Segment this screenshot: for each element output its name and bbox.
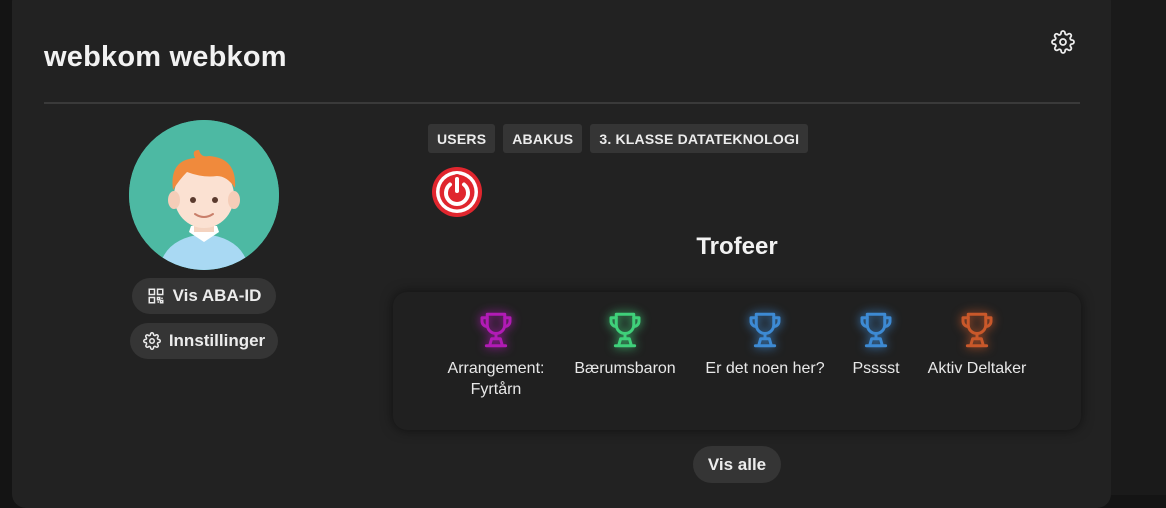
trophies-heading: Trofeer	[696, 233, 778, 260]
trophy-icon	[860, 312, 892, 348]
group-tags: USERS ABAKUS 3. KLASSE DATATEKNOLOGI	[428, 124, 809, 153]
settings-label: Innstillinger	[168, 331, 266, 350]
gear-icon[interactable]	[1051, 30, 1075, 54]
trophy-label: Bærumsbaron	[574, 360, 676, 377]
settings-button[interactable]: Innstillinger	[130, 323, 278, 359]
trophy-label: Arrangement: Fyrtårn	[447, 360, 545, 398]
gear-icon	[142, 332, 161, 350]
trophy-item[interactable]: Aktiv Deltaker	[907, 309, 1047, 379]
avatar	[129, 120, 279, 270]
background-decoration	[1106, 0, 1166, 495]
trophy-item[interactable]: Bærumsbaron	[555, 309, 695, 379]
trophy-item[interactable]: Arrangement: Fyrtårn	[426, 309, 566, 400]
trophy-icon	[749, 312, 781, 348]
qr-code-icon	[148, 288, 164, 304]
trophy-icon	[480, 312, 512, 348]
aba-id-button[interactable]: Vis ABA-ID	[132, 278, 276, 314]
trophy-icon	[609, 312, 641, 348]
trophy-label: Aktiv Deltaker	[927, 360, 1027, 377]
tag-class[interactable]: 3. KLASSE DATATEKNOLOGI	[590, 124, 809, 153]
show-all-trophies-button[interactable]: Vis alle	[693, 446, 781, 483]
trophy-icon	[961, 312, 993, 348]
tag-users[interactable]: USERS	[428, 124, 496, 153]
profile-name: webkom webkom	[44, 41, 287, 73]
power-icon	[432, 167, 482, 217]
header-divider	[44, 102, 1080, 104]
tag-abakus[interactable]: ABAKUS	[503, 124, 583, 153]
aba-id-label: Vis ABA-ID	[172, 286, 262, 305]
